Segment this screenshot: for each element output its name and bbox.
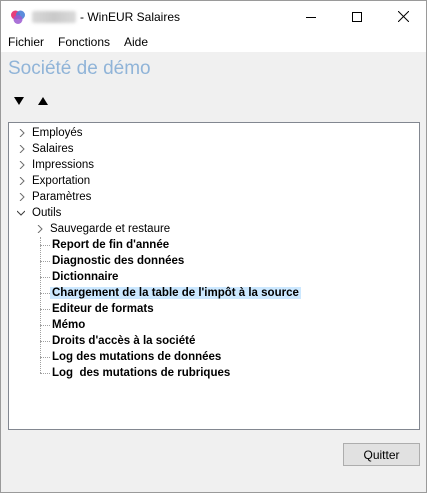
tree-item-label: Impressions xyxy=(32,159,94,171)
tree-item-report-fin-annee[interactable]: Report de fin d'année xyxy=(52,237,169,253)
tree-item-label: Mémo xyxy=(52,319,86,331)
main-window: - WinEUR Salaires Fichier Fonctions Aide… xyxy=(0,0,427,493)
tree-item-sauvegarde[interactable]: Sauvegarde et restaure xyxy=(50,221,170,237)
tree-connector-line xyxy=(40,341,50,342)
tree-item-log-rubriques[interactable]: Log des mutations de rubriques xyxy=(52,365,230,381)
function-tree[interactable]: Employés Salaires Impressions Exportatio… xyxy=(8,122,420,430)
tree-item-label: Diagnostic des données xyxy=(52,255,185,267)
move-up-button[interactable] xyxy=(36,94,50,108)
minimize-icon xyxy=(306,16,316,18)
tree-item-label: Log des mutations de rubriques xyxy=(52,367,231,379)
tree-item-memo[interactable]: Mémo xyxy=(52,317,85,333)
tree-item-label: Droits d'accès à la société xyxy=(52,335,196,347)
triangle-down-icon xyxy=(14,97,24,105)
tree-item-chargement-impot[interactable]: Chargement de la table de l'impôt à la s… xyxy=(50,285,301,301)
company-title: Société de démo xyxy=(8,58,151,79)
chevron-right-icon[interactable] xyxy=(18,129,26,137)
tree-connector-line xyxy=(40,357,50,358)
tree-item-label: Dictionnaire xyxy=(52,271,119,283)
blurred-company-name xyxy=(32,11,76,23)
menu-fichier[interactable]: Fichier xyxy=(8,35,44,49)
tree-connector-line xyxy=(40,237,41,373)
tree-item-label: Report de fin d'année xyxy=(52,239,170,251)
tree-item-editeur-formats[interactable]: Editeur de formats xyxy=(52,301,154,317)
tree-item-label: Outils xyxy=(32,207,62,219)
tree-item-salaires[interactable]: Salaires xyxy=(32,141,74,157)
tree-item-label: Employés xyxy=(32,127,83,139)
menu-fonctions[interactable]: Fonctions xyxy=(58,35,110,49)
window-title: - WinEUR Salaires xyxy=(80,10,181,24)
chevron-right-icon[interactable] xyxy=(18,193,26,201)
chevron-right-icon[interactable] xyxy=(18,145,26,153)
tree-item-employes[interactable]: Employés xyxy=(32,125,83,141)
tree-item-diagnostic[interactable]: Diagnostic des données xyxy=(52,253,184,269)
tree-connector-line xyxy=(40,277,50,278)
tree-item-exportation[interactable]: Exportation xyxy=(32,173,90,189)
maximize-button[interactable] xyxy=(334,1,380,32)
minimize-button[interactable] xyxy=(288,1,334,32)
tree-item-label: Salaires xyxy=(32,143,74,155)
tree-item-label: Log des mutations de données xyxy=(52,351,222,363)
tree-connector-line xyxy=(40,245,50,246)
tree-connector-line xyxy=(40,325,50,326)
tree-connector-line xyxy=(40,309,50,310)
menu-aide[interactable]: Aide xyxy=(124,35,148,49)
close-icon xyxy=(397,11,409,22)
tree-item-impressions[interactable]: Impressions xyxy=(32,157,94,173)
app-logo-icon xyxy=(11,10,25,24)
tree-connector-line xyxy=(40,293,50,294)
tree-item-outils[interactable]: Outils xyxy=(32,205,61,221)
menu-bar: Fichier Fonctions Aide xyxy=(1,32,426,52)
title-bar[interactable]: - WinEUR Salaires xyxy=(1,1,426,32)
tree-item-label: Editeur de formats xyxy=(52,303,154,315)
tree-item-dictionnaire[interactable]: Dictionnaire xyxy=(52,269,118,285)
tree-item-log-donnees[interactable]: Log des mutations de données xyxy=(52,349,221,365)
chevron-down-icon[interactable] xyxy=(17,209,25,217)
quit-button[interactable]: Quitter xyxy=(343,443,420,466)
chevron-right-icon[interactable] xyxy=(18,161,26,169)
maximize-icon xyxy=(352,11,362,22)
close-button[interactable] xyxy=(380,1,426,32)
tree-item-label: Exportation xyxy=(32,175,91,187)
chevron-right-icon[interactable] xyxy=(18,177,26,185)
tree-item-label: Chargement de la table de l'impôt à la s… xyxy=(50,287,301,299)
move-down-button[interactable] xyxy=(12,94,26,108)
triangle-up-icon xyxy=(38,97,48,105)
tree-item-label: Paramètres xyxy=(32,191,92,203)
tree-item-label: Sauvegarde et restaure xyxy=(50,223,171,235)
chevron-right-icon[interactable] xyxy=(36,225,44,233)
tree-item-droits-acces[interactable]: Droits d'accès à la société xyxy=(52,333,195,349)
tree-connector-line xyxy=(40,373,50,374)
tree-connector-line xyxy=(40,261,50,262)
tree-item-parametres[interactable]: Paramètres xyxy=(32,189,91,205)
